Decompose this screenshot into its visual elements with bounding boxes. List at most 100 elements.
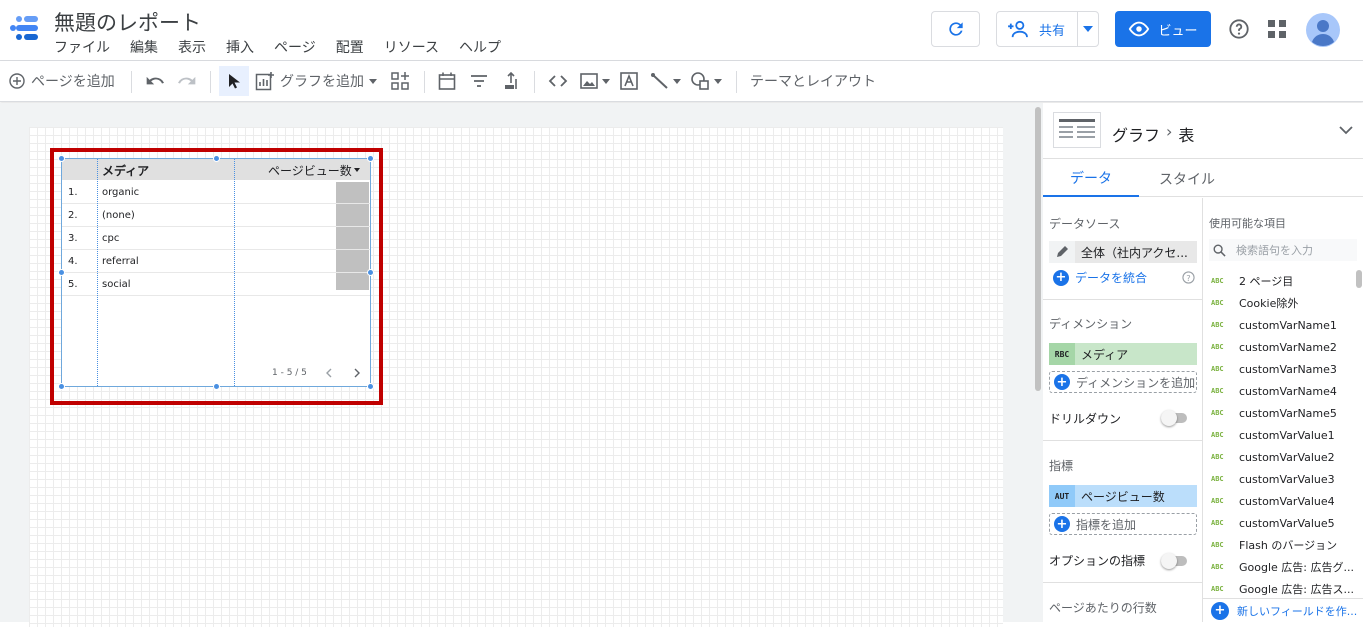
sort-desc-icon (354, 168, 360, 172)
menu-arrange[interactable]: 配置 (336, 37, 364, 57)
resize-handle[interactable] (213, 155, 220, 162)
refresh-button[interactable] (931, 11, 980, 47)
avatar[interactable] (1306, 13, 1340, 47)
field-item[interactable]: ABC customVarValue2 (1211, 446, 1335, 468)
chevron-left-icon[interactable] (325, 368, 333, 378)
resize-handle[interactable] (58, 269, 65, 276)
breadcrumb-parent[interactable]: グラフ (1112, 122, 1160, 146)
tab-data[interactable]: データ (1043, 160, 1139, 197)
tab-style[interactable]: スタイル (1139, 160, 1235, 197)
apps-grid-icon[interactable] (1268, 20, 1286, 38)
resize-handle[interactable] (213, 383, 220, 390)
table-pagination: 1 - 5 / 5 (272, 368, 361, 378)
data-source-chip[interactable]: 全体（社内アクセ... (1049, 241, 1197, 263)
menu-view[interactable]: 表示 (178, 37, 206, 57)
select-tool[interactable] (219, 66, 249, 96)
chevron-down-icon[interactable] (1339, 126, 1353, 135)
field-item[interactable]: ABC customVarName1 (1211, 314, 1337, 336)
report-title[interactable]: 無題のレポート (54, 7, 201, 37)
table-chart-icon (1053, 112, 1101, 148)
drilldown-label: ドリルダウン (1049, 412, 1122, 426)
share-dropdown[interactable] (1078, 12, 1098, 46)
drilldown-toggle[interactable] (1161, 410, 1187, 426)
field-item[interactable]: ABC customVarName3 (1211, 358, 1337, 380)
resize-handle[interactable] (367, 269, 374, 276)
pencil-icon[interactable] (1049, 245, 1075, 259)
chevron-right-icon[interactable] (353, 368, 361, 378)
field-item[interactable]: ABC customVarValue3 (1211, 468, 1335, 490)
table-chart[interactable]: メディア ページビュー数 1. organic 2. (none) 3. cpc 4.… (61, 158, 371, 387)
field-item[interactable]: ABC customVarValue1 (1211, 424, 1335, 446)
menu-bar: ファイル 編集 表示 挿入 ページ 配置 リソース ヘルプ (54, 37, 521, 57)
help-icon[interactable] (1228, 18, 1250, 40)
field-item[interactable]: ABC Google 広告: 広告ス... (1211, 578, 1354, 600)
resize-handle[interactable] (58, 383, 65, 390)
data-studio-logo[interactable] (10, 14, 40, 42)
menu-resource[interactable]: リソース (384, 37, 439, 57)
field-item[interactable]: ABC customVarValue5 (1211, 512, 1335, 534)
create-field-label: 新しいフィールドを作... (1237, 604, 1358, 618)
data-control-icon (505, 71, 517, 89)
field-item[interactable]: ABC customVarName5 (1211, 402, 1337, 424)
embed-url-button[interactable] (547, 61, 569, 101)
field-item[interactable]: ABC Google 広告: 広告グ... (1211, 556, 1354, 578)
menu-insert[interactable]: 挿入 (226, 37, 254, 57)
view-button[interactable]: ビュー (1115, 11, 1211, 47)
menu-edit[interactable]: 編集 (130, 37, 158, 57)
add-dimension-label: ディメンションを追加 (1076, 375, 1196, 390)
field-item[interactable]: ABC customVarName2 (1211, 336, 1337, 358)
redo-button[interactable] (177, 61, 197, 101)
text-box-button[interactable] (619, 61, 639, 101)
panel-scrollbar[interactable] (1033, 103, 1043, 622)
undo-button[interactable] (145, 61, 165, 101)
field-name: customVarValue3 (1239, 472, 1335, 486)
field-type-tag: ABC (1211, 585, 1224, 593)
add-metric-button[interactable]: + 指標を追加 (1049, 513, 1197, 535)
menu-help[interactable]: ヘルプ (459, 37, 501, 57)
create-field-button[interactable]: + 新しいフィールドを作... (1203, 598, 1363, 622)
components-icon (391, 72, 409, 90)
blend-data-link[interactable]: + データを統合 (1049, 269, 1147, 286)
share-button[interactable]: 共有 (996, 11, 1099, 47)
toolbar-divider (424, 71, 425, 93)
row-number: 2. (68, 209, 78, 221)
field-item[interactable]: ABC Cookie除外 (1211, 292, 1298, 314)
optional-metrics-toggle[interactable] (1161, 553, 1187, 569)
line-button[interactable] (650, 61, 681, 101)
text-box-icon (620, 72, 638, 90)
fields-scrollbar[interactable] (1356, 270, 1362, 288)
theme-layout-button[interactable]: テーマとレイアウト (750, 61, 876, 101)
add-dimension-button[interactable]: + ディメンションを追加 (1049, 371, 1197, 393)
metric-chip[interactable]: AUT ページビュー数 (1049, 485, 1197, 507)
date-range-button[interactable] (437, 61, 457, 101)
resize-handle[interactable] (367, 155, 374, 162)
field-item[interactable]: ABC customVarName4 (1211, 380, 1337, 402)
field-item[interactable]: ABC customVarValue4 (1211, 490, 1335, 512)
search-placeholder: 検索語句を入力 (1236, 244, 1313, 257)
toolbar-divider (736, 71, 737, 93)
field-item[interactable]: ABC Flash のバージョン (1211, 534, 1337, 556)
share-main[interactable]: 共有 (997, 12, 1079, 46)
filter-control-button[interactable] (469, 61, 489, 101)
person-add-icon (1008, 20, 1028, 38)
add-page-button[interactable]: ページを追加 (9, 61, 115, 101)
help-icon[interactable]: ? (1182, 271, 1195, 284)
table-row: 2. (none) (62, 204, 370, 227)
shape-button[interactable] (690, 61, 722, 101)
menu-page[interactable]: ページ (274, 37, 316, 57)
image-button[interactable] (579, 61, 610, 101)
community-viz-button[interactable] (390, 61, 410, 101)
resize-handle[interactable] (58, 155, 65, 162)
add-chart-button[interactable]: グラフを追加 (255, 61, 377, 101)
data-control-button[interactable] (501, 61, 521, 101)
code-icon (548, 75, 568, 87)
dimension-chip[interactable]: RBC メディア (1049, 343, 1197, 365)
field-item[interactable]: ABC 2 ページ目 (1211, 270, 1293, 292)
menu-file[interactable]: ファイル (54, 37, 110, 57)
field-search[interactable]: 検索語句を入力 (1209, 239, 1357, 261)
resize-handle[interactable] (367, 383, 374, 390)
header-dimension[interactable]: メディア (102, 162, 149, 179)
header-metric[interactable]: ページビュー数 (268, 162, 352, 179)
field-name: 2 ページ目 (1239, 275, 1294, 288)
field-name: customVarName2 (1239, 340, 1337, 354)
